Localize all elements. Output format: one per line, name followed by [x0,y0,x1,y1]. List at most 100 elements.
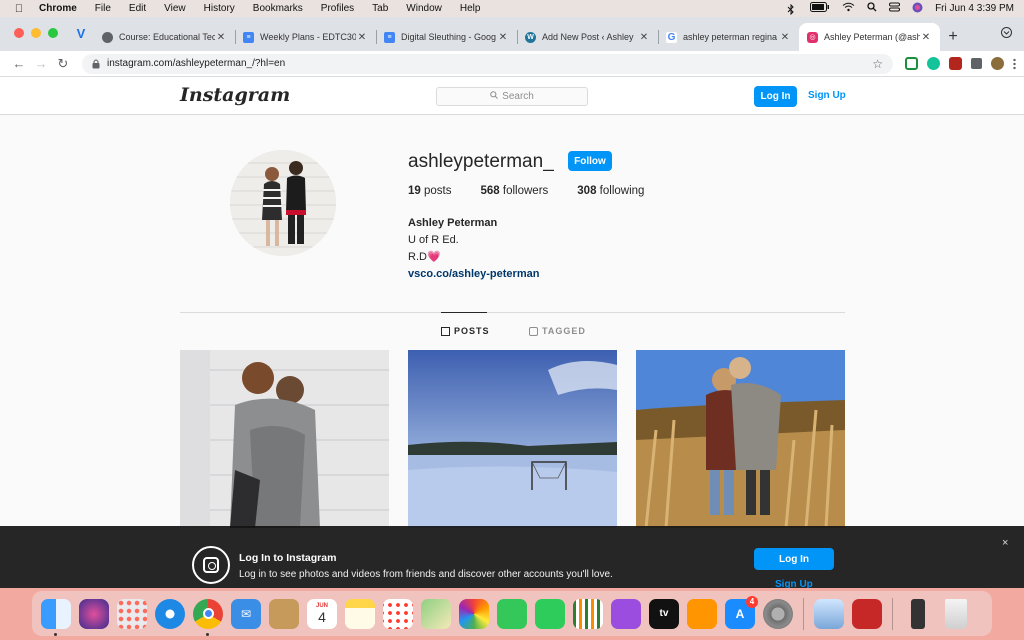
address-bar[interactable]: instagram.com/ashleypeterman_/?hl=en ☆ [82,53,893,74]
profile-avatar[interactable] [230,150,336,256]
close-tab-icon[interactable]: ✕ [920,32,932,43]
battery-icon[interactable] [810,2,830,15]
back-arrow-icon[interactable]: ← [8,56,30,71]
preview-icon [814,598,844,629]
bookmark-star-icon[interactable]: ☆ [872,57,883,71]
dock-launchpad[interactable] [113,595,151,633]
header-login-button[interactable]: Log In [754,86,797,107]
instagram-logo[interactable]: Instagram [180,84,290,106]
menu-app-name[interactable]: Chrome [30,3,86,14]
tab-tagged[interactable]: TAGGED [529,326,586,336]
menu-view[interactable]: View [155,3,195,14]
spotlight-search-icon[interactable] [867,2,877,15]
dock-contacts[interactable] [265,595,303,633]
dock-facetime[interactable] [531,595,569,633]
search-input[interactable]: Search [436,87,588,106]
tab-title: Course: Educational Tec [119,32,215,42]
minimize-window-button[interactable] [31,28,41,38]
browser-tab[interactable]: Course: Educational Tec ✕ [94,23,235,51]
banner-login-button[interactable]: Log In [754,548,834,570]
dock-system-preferences[interactable] [759,595,797,633]
menubar-clock[interactable]: Fri Jun 4 3:39 PM [935,3,1014,14]
dock-trash[interactable] [937,595,975,633]
wifi-icon[interactable] [842,2,855,15]
dock-notes[interactable] [341,595,379,633]
dock-siri[interactable] [75,595,113,633]
siri-icon[interactable] [912,2,923,16]
menu-history[interactable]: History [195,3,244,14]
extensions-puzzle-icon[interactable] [971,58,982,69]
browser-tab-active[interactable]: ◎ Ashley Peterman (@ash ✕ [799,23,940,51]
browser-tab[interactable]: ≡ Weekly Plans - EDTC300 ✕ [235,23,376,51]
menu-tab[interactable]: Tab [363,3,397,14]
notes-icon [345,598,375,629]
control-center-icon[interactable] [889,2,901,15]
following-stat[interactable]: 308 following [577,185,644,197]
tab-search-icon[interactable] [1001,27,1012,40]
dock-app-store[interactable]: A4 [721,595,759,633]
dock-apple-tv[interactable]: tv [645,595,683,633]
followers-stat[interactable]: 568 followers [481,185,549,197]
extension-shield-icon[interactable] [949,57,962,70]
dock-reminders[interactable] [379,595,417,633]
post-thumbnail[interactable] [636,350,845,528]
close-window-button[interactable] [14,28,24,38]
window-controls [14,28,58,38]
dock-podcasts[interactable] [607,595,645,633]
dock-mail[interactable]: ✉ [227,595,265,633]
close-icon[interactable]: × [1002,537,1008,549]
menu-bookmarks[interactable]: Bookmarks [244,3,312,14]
dock-recent-window[interactable] [899,595,937,633]
header-signup-link[interactable]: Sign Up [808,90,846,101]
close-tab-icon[interactable]: ✕ [638,32,650,43]
menu-help[interactable]: Help [451,3,490,14]
dock-chrome[interactable] [189,595,227,636]
tab-posts[interactable]: POSTS [441,326,490,336]
post-thumbnail[interactable] [408,350,617,528]
post-thumbnail[interactable] [180,350,389,528]
extension-green-icon[interactable] [905,57,918,70]
menu-profiles[interactable]: Profiles [312,3,363,14]
close-tab-icon[interactable]: ✕ [215,32,227,43]
new-tab-button[interactable]: + [940,23,966,51]
dock-messages[interactable] [493,595,531,633]
menu-file[interactable]: File [86,3,120,14]
profile-avatar-icon[interactable] [991,57,1004,70]
banner-signup-link[interactable]: Sign Up [775,579,813,588]
dock-maps[interactable] [417,595,455,633]
calendar-day: 4 [318,608,326,625]
apple-menu-icon[interactable]:  [8,3,30,15]
menu-edit[interactable]: Edit [120,3,155,14]
dock-photos[interactable] [455,595,493,633]
browser-tab[interactable]: ≡ Digital Sleuthing - Goog ✕ [376,23,517,51]
dock-preview[interactable] [810,595,848,633]
zoom-window-button[interactable] [48,28,58,38]
status-area: Fri Jun 4 3:39 PM [786,2,1024,16]
finder-icon [41,598,71,629]
dock-finder[interactable] [37,595,75,636]
dock-safari[interactable] [151,595,189,633]
browser-tab[interactable]: G ashley peterman regina ✕ [658,23,799,51]
menu-window[interactable]: Window [397,3,451,14]
followers-count: 568 [480,185,500,197]
bluetooth-icon[interactable] [786,3,798,15]
dock-calendar[interactable]: JUN 4 [303,595,341,633]
browser-menu-icon[interactable] [1013,57,1016,70]
follow-button[interactable]: Follow [568,151,612,171]
browser-toolbar: ← → ↻ instagram.com/ashleypeterman_/?hl=… [0,51,1024,77]
reload-icon[interactable]: ↻ [52,56,74,72]
dock-numbers[interactable] [569,595,607,633]
profile-website-link[interactable]: vsco.co/ashley-peterman [408,266,539,283]
search-icon [490,91,499,102]
dock-photo-booth[interactable] [848,595,886,633]
pinned-tab-v-icon[interactable]: V [74,27,88,41]
grammarly-icon[interactable] [927,57,940,70]
browser-tab[interactable]: W Add New Post ‹ Ashley ✕ [517,23,658,51]
forward-arrow-icon[interactable]: → [30,56,52,71]
close-tab-icon[interactable]: ✕ [356,32,368,43]
close-tab-icon[interactable]: ✕ [779,32,791,43]
close-tab-icon[interactable]: ✕ [497,32,509,43]
tab-title: Weekly Plans - EDTC300 [260,32,356,42]
dock-books[interactable] [683,595,721,633]
lock-icon[interactable] [92,59,100,69]
